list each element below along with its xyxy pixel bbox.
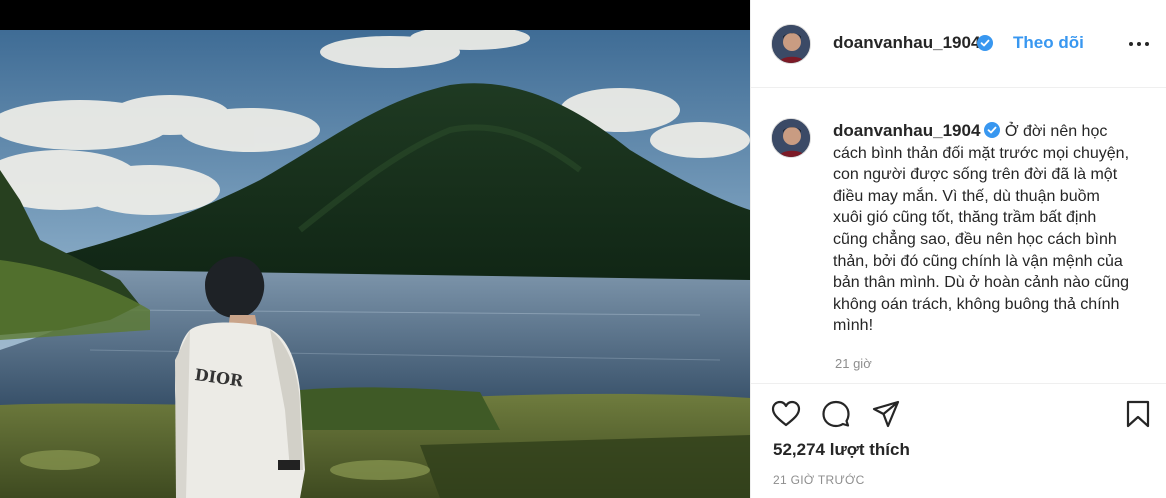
paper-plane-icon[interactable] [871, 399, 901, 429]
post-photo-pane: DIOR [0, 0, 750, 498]
post-timestamp[interactable]: 21 GIỜ TRƯỚC [773, 473, 865, 487]
caption-body: Ở đời nên học cách bình thản đối mặt trư… [833, 123, 1130, 335]
post-caption: doanvanhau_1904 Ở đời nên học cách bình … [751, 88, 1166, 384]
caption-text: doanvanhau_1904 Ở đời nên học cách bình … [833, 120, 1133, 337]
post-photo[interactable]: DIOR [0, 30, 750, 498]
post-header: doanvanhau_1904 Theo dõi [751, 0, 1166, 88]
post-actions: 52,274 lượt thích 21 GIỜ TRƯỚC [751, 384, 1166, 498]
author-username[interactable]: doanvanhau_1904 [833, 33, 980, 53]
avatar-image [772, 25, 810, 63]
verified-badge-icon [977, 35, 993, 56]
follow-button[interactable]: Theo dõi [1013, 33, 1084, 53]
comment-icon[interactable] [821, 399, 851, 429]
caption-username[interactable]: doanvanhau_1904 [833, 121, 980, 140]
heart-icon[interactable] [771, 399, 801, 429]
avatar-image [772, 119, 810, 157]
verified-badge-icon [984, 122, 1001, 138]
more-options-icon[interactable] [1127, 36, 1151, 52]
caption-avatar[interactable] [771, 118, 811, 158]
post-sidebar: doanvanhau_1904 Theo dõi doanvanhau_1904… [750, 0, 1166, 498]
likes-count[interactable]: 52,274 lượt thích [773, 440, 910, 460]
bookmark-icon[interactable] [1123, 399, 1153, 429]
avatar[interactable] [771, 24, 811, 64]
caption-timestamp[interactable]: 21 giờ [835, 356, 872, 371]
